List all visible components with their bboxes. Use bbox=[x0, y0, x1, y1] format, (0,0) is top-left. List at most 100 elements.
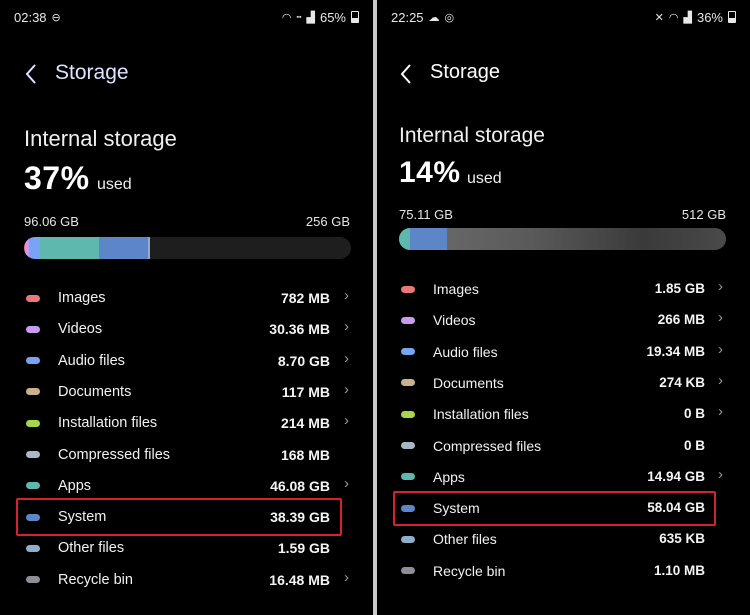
wifi-icon: ◠ bbox=[668, 11, 679, 24]
bar-segment-audio-files bbox=[28, 237, 40, 259]
category-size: 1.85 GB bbox=[654, 281, 705, 296]
volte-icon: ▪▪ bbox=[296, 13, 302, 21]
status-time: 02:38 bbox=[14, 9, 47, 25]
category-color-dot bbox=[401, 442, 415, 449]
category-color-dot bbox=[26, 576, 40, 584]
category-label: Images bbox=[433, 281, 479, 297]
category-size: 14.94 GB bbox=[647, 468, 705, 484]
mute-icon: ✕ bbox=[654, 11, 664, 24]
category-size: 168 MB bbox=[280, 446, 330, 463]
category-size: 58.04 GB bbox=[647, 500, 705, 516]
category-label: Documents bbox=[433, 374, 504, 391]
status-time: 22:25 bbox=[391, 9, 424, 25]
category-color-dot bbox=[401, 316, 415, 324]
category-size: 16.48 MB bbox=[269, 571, 330, 588]
bar-segment-apps bbox=[40, 237, 99, 259]
category-label: Recycle bin bbox=[58, 571, 133, 588]
category-label: Other files bbox=[58, 540, 125, 557]
category-color-dot bbox=[26, 419, 40, 427]
list-item-installation-files[interactable]: Installation files bbox=[401, 400, 701, 428]
category-color-dot bbox=[26, 544, 40, 552]
target-icon: ◎ bbox=[444, 11, 455, 24]
category-color-dot bbox=[401, 504, 415, 512]
status-bar: 22:25 ☁ ◎ ✕ ◠ ▟ 36% bbox=[391, 8, 736, 26]
category-size: 38.39 GB bbox=[270, 509, 330, 526]
status-bar: 02:38 ⊖ ◠ ▪▪ ▟ 65% bbox=[14, 8, 359, 26]
used-capacity: 75.11 GB bbox=[399, 207, 453, 222]
category-color-dot bbox=[26, 357, 40, 365]
internal-storage-heading: Internal storage bbox=[24, 126, 177, 151]
chevron-right-icon: › bbox=[718, 465, 723, 483]
category-size: 274 KB bbox=[659, 374, 705, 390]
cloud-icon: ☁ bbox=[428, 11, 440, 24]
battery-percent: 36% bbox=[696, 9, 723, 25]
storage-usage-bar bbox=[399, 228, 726, 250]
category-color-dot bbox=[26, 513, 40, 521]
category-label: Recycle bin bbox=[433, 562, 506, 579]
back-button[interactable] bbox=[20, 60, 42, 88]
category-size: 117 MB bbox=[281, 383, 330, 400]
category-label: System bbox=[58, 509, 107, 526]
category-color-dot bbox=[401, 348, 415, 356]
category-color-dot bbox=[26, 388, 40, 396]
battery-percent: 65% bbox=[319, 9, 346, 25]
list-item-videos[interactable]: Videos bbox=[401, 306, 701, 334]
total-capacity: 512 GB bbox=[681, 207, 726, 222]
category-label: Installation files bbox=[58, 415, 158, 432]
category-label: Compressed files bbox=[58, 446, 171, 463]
page-title: Storage bbox=[430, 61, 501, 83]
category-label: Apps bbox=[58, 477, 92, 494]
category-color-dot bbox=[401, 567, 415, 575]
category-size: 1.10 MB bbox=[653, 562, 705, 578]
list-item-documents[interactable]: Documents bbox=[401, 369, 701, 397]
category-size: 8.70 GB bbox=[277, 352, 330, 369]
left-phone-screen: 02:38 ⊖ ◠ ▪▪ ▟ 65% Storage Internal stor… bbox=[0, 0, 373, 615]
category-color-dot bbox=[401, 285, 415, 293]
bar-segment-other-files bbox=[147, 237, 150, 259]
list-item-compressed-files[interactable]: Compressed files bbox=[401, 432, 701, 460]
used-percent: 14% bbox=[399, 156, 461, 189]
list-item-other-files[interactable]: Other files bbox=[401, 525, 701, 553]
category-color-dot bbox=[401, 410, 415, 418]
chevron-right-icon: › bbox=[344, 349, 349, 367]
storage-usage-bar bbox=[24, 237, 351, 259]
category-color-dot bbox=[26, 325, 40, 333]
category-label: Apps bbox=[433, 468, 465, 485]
chevron-left-icon bbox=[400, 64, 411, 84]
category-label: System bbox=[433, 500, 480, 517]
category-color-dot bbox=[26, 482, 40, 490]
signal-icon: ▟ bbox=[683, 11, 692, 24]
battery-icon bbox=[351, 11, 359, 23]
category-color-dot bbox=[26, 451, 40, 458]
category-color-dot bbox=[26, 294, 40, 302]
category-size: 0 B bbox=[683, 437, 705, 453]
chevron-right-icon: › bbox=[344, 318, 349, 336]
category-label: Videos bbox=[58, 321, 103, 338]
category-size: 782 MB bbox=[280, 290, 330, 306]
chevron-right-icon: › bbox=[718, 340, 723, 358]
chevron-right-icon: › bbox=[718, 309, 723, 327]
chevron-right-icon: › bbox=[344, 287, 349, 304]
used-label: used bbox=[97, 176, 132, 193]
right-phone-screen: 22:25 ☁ ◎ ✕ ◠ ▟ 36% Storage Internal sto… bbox=[377, 0, 750, 615]
category-size: 30.36 MB bbox=[269, 321, 330, 338]
chevron-right-icon: › bbox=[718, 371, 723, 389]
category-size: 1.59 GB bbox=[277, 540, 330, 557]
bar-segment-system bbox=[409, 228, 447, 250]
back-button[interactable] bbox=[395, 60, 417, 88]
category-label: Installation files bbox=[433, 406, 529, 423]
category-size: 266 MB bbox=[657, 312, 705, 328]
bar-segment-system bbox=[98, 237, 148, 259]
category-color-dot bbox=[401, 473, 415, 481]
used-percent: 37% bbox=[24, 160, 90, 196]
chevron-right-icon: › bbox=[718, 403, 723, 421]
total-capacity: 256 GB bbox=[305, 214, 350, 229]
minus-circle-icon: ⊖ bbox=[51, 11, 61, 24]
category-size: 635 KB bbox=[659, 531, 705, 547]
category-color-dot bbox=[401, 379, 415, 387]
page-title: Storage bbox=[55, 61, 129, 84]
chevron-right-icon: › bbox=[718, 278, 723, 295]
wifi-icon: ◠ bbox=[281, 11, 292, 24]
chevron-right-icon: › bbox=[344, 380, 349, 398]
category-label: Documents bbox=[58, 383, 132, 400]
